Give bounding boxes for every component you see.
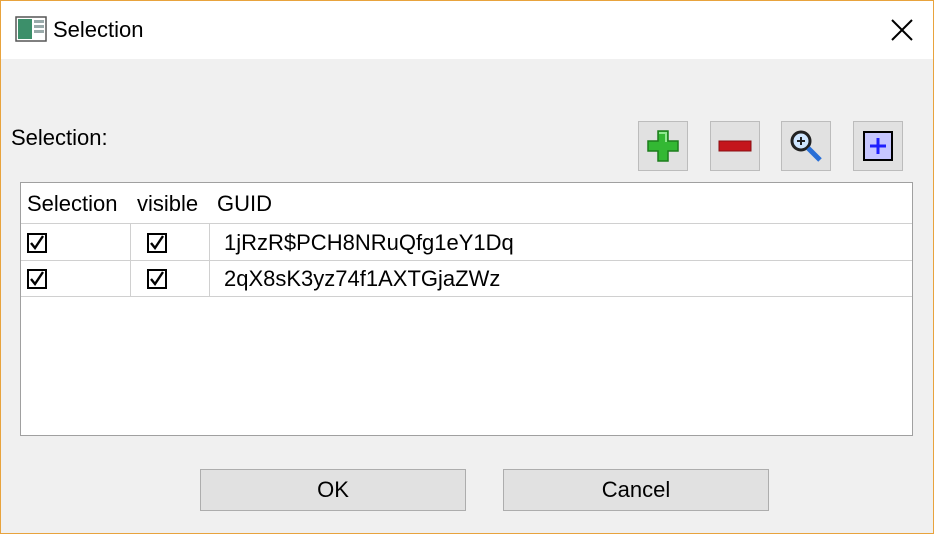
ok-button[interactable]: OK <box>200 469 466 511</box>
close-button[interactable] <box>871 1 933 59</box>
cancel-button[interactable]: Cancel <box>503 469 769 511</box>
frame-add-icon <box>863 131 893 161</box>
app-icon <box>15 16 47 42</box>
selection-label: Selection: <box>11 125 108 150</box>
visible-checkbox[interactable] <box>147 269 167 289</box>
remove-button[interactable] <box>710 121 760 171</box>
add-button[interactable] <box>638 121 688 171</box>
column-header-guid: GUID <box>217 191 272 216</box>
column-header-visible: visible <box>137 191 199 216</box>
close-icon <box>891 19 913 41</box>
guid-cell: 2qX8sK3yz74f1AXTGjaZWz <box>224 266 501 291</box>
guid-cell: 1jRzR$PCH8NRuQfg1eY1Dq <box>224 230 514 255</box>
window-title: Selection <box>53 17 144 42</box>
add-icon <box>647 130 679 162</box>
table-row[interactable]: 1jRzR$PCH8NRuQfg1eY1Dq <box>21 223 912 261</box>
table-row[interactable]: 2qX8sK3yz74f1AXTGjaZWz <box>21 260 912 297</box>
selection-table: Selection visible GUID 1jRzR$PCH8NRuQfg1… <box>20 182 913 436</box>
check-icon <box>30 271 44 287</box>
selection-checkbox[interactable] <box>27 233 47 253</box>
zoom-button[interactable] <box>781 121 831 171</box>
visible-checkbox[interactable] <box>147 233 167 253</box>
frame-add-button[interactable] <box>853 121 903 171</box>
check-icon <box>150 271 164 287</box>
selection-checkbox[interactable] <box>27 269 47 289</box>
check-icon <box>30 235 44 251</box>
title-bar: Selection <box>1 1 933 59</box>
remove-icon <box>718 140 752 152</box>
zoom-icon <box>790 130 822 162</box>
check-icon <box>150 235 164 251</box>
selection-dialog: Selection Selection: Selection visible G… <box>0 0 934 534</box>
column-header-selection: Selection <box>27 191 118 216</box>
